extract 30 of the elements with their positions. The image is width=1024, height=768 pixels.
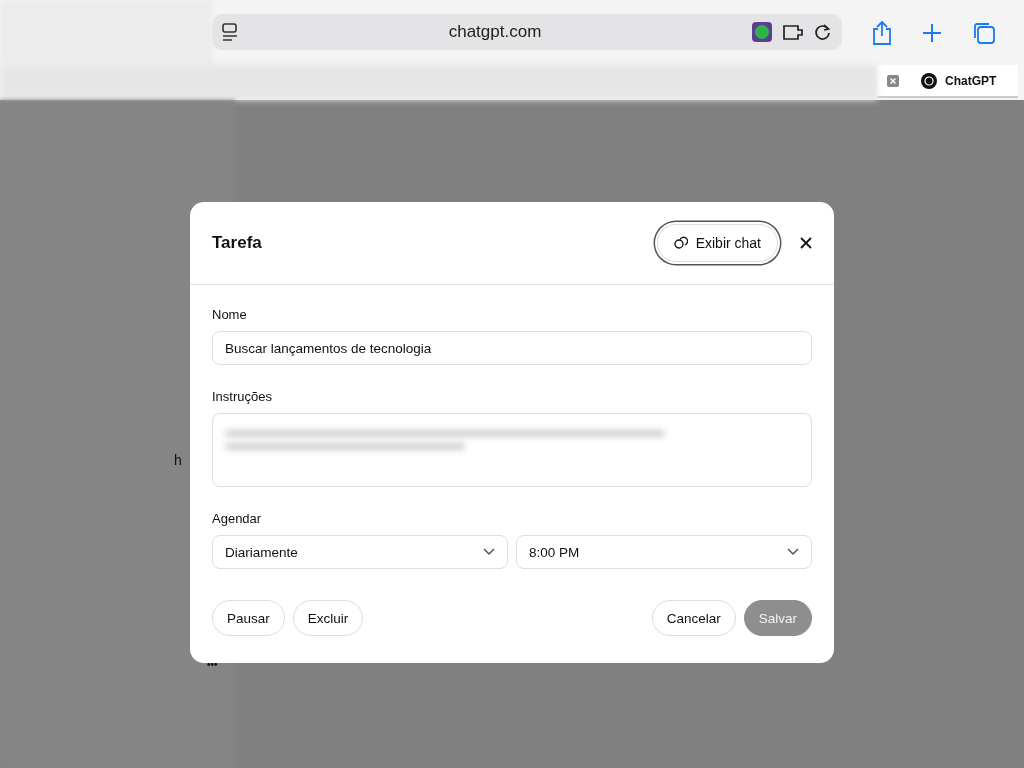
address-text: chatgpt.com [447,21,543,42]
name-input-field[interactable]: Buscar lançamentos de tecnologia [212,331,812,365]
field-label: Instruções [212,389,273,404]
time-dropdown[interactable]: 8:00 PM [516,535,812,569]
dialog-title: Tarefa [212,233,263,253]
browser-tab[interactable]: ChatGPT [877,65,1018,98]
stray-text: ••• [207,659,218,670]
action-button[interactable]: Cancelar [651,600,736,636]
chat-bubbles-icon [673,236,688,250]
view-chat-button[interactable]: Exibir chat [656,224,778,262]
stray-text: h [174,452,182,468]
extension-icon[interactable] [782,22,804,41]
chevron-down-icon [787,548,799,556]
plus-icon[interactable] [922,22,942,43]
chevron-down-icon [483,548,495,556]
dollar-extension-icon[interactable] [752,21,772,42]
close-icon[interactable] [800,237,812,249]
frequency-dropdown[interactable]: Diariamente [212,535,508,569]
field-label: Nome [212,307,248,322]
field-label: Agendar [212,511,263,526]
instructions-input-field[interactable] [212,413,812,487]
close-tab-icon[interactable] [887,74,899,87]
action-button[interactable]: Excluir [292,600,364,636]
reload-icon[interactable] [814,22,832,41]
action-button[interactable]: Pausar [212,600,285,636]
share-icon[interactable] [872,19,892,46]
address-bar[interactable]: chatgpt.com [212,13,842,50]
logo-icon [921,72,937,89]
reader-icon[interactable] [222,22,238,41]
tabs-icon[interactable] [972,20,996,45]
